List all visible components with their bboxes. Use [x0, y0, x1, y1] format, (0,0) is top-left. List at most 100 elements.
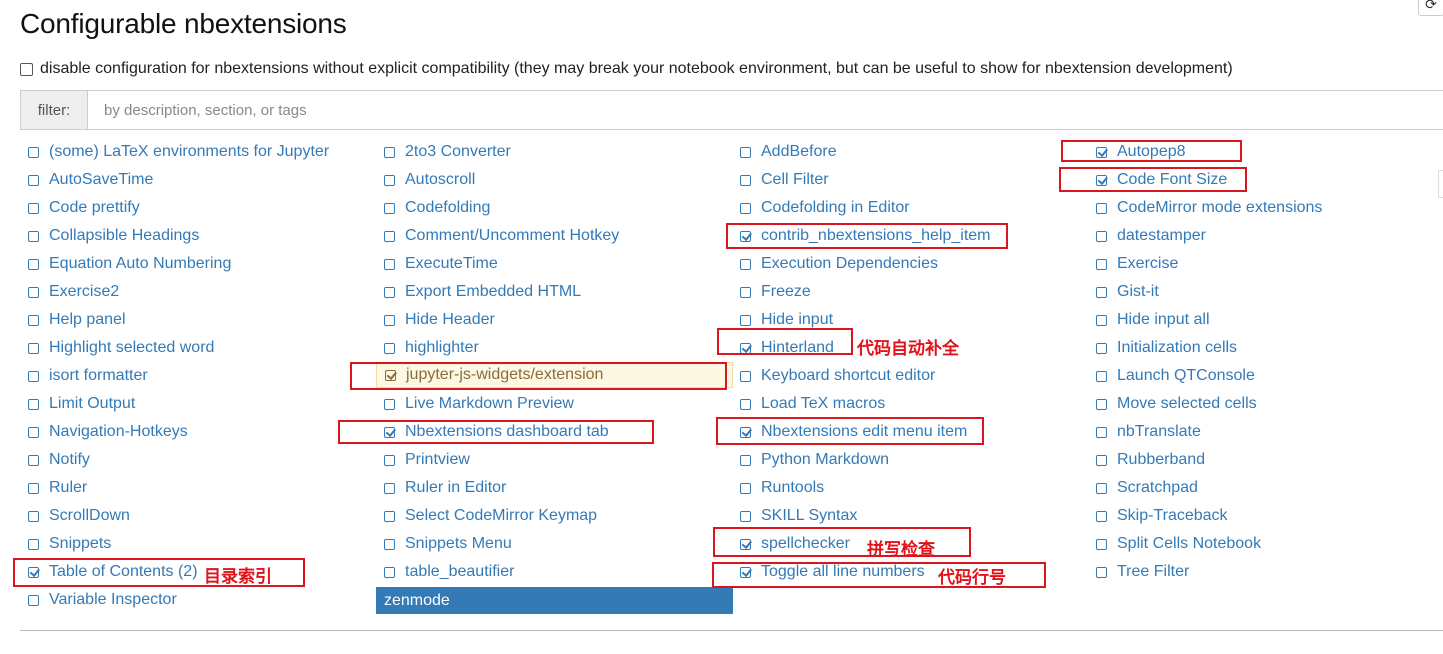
- extension-item[interactable]: Snippets: [20, 531, 377, 557]
- extension-item[interactable]: AddBefore: [732, 139, 1089, 165]
- checkbox-checked-icon[interactable]: [740, 342, 751, 354]
- checkbox-icon[interactable]: [28, 146, 39, 158]
- extension-item[interactable]: jupyter-js-widgets/extension: [376, 362, 733, 388]
- checkbox-icon[interactable]: [1096, 370, 1107, 382]
- extension-item[interactable]: Exercise: [1088, 251, 1443, 277]
- extension-item[interactable]: Scratchpad: [1088, 475, 1443, 501]
- extension-item[interactable]: Select CodeMirror Keymap: [376, 503, 733, 529]
- checkbox-checked-icon[interactable]: [28, 566, 39, 578]
- filter-input[interactable]: [88, 91, 1443, 129]
- extension-item[interactable]: zenmode: [376, 587, 733, 614]
- checkbox-icon[interactable]: [28, 342, 39, 354]
- extension-item[interactable]: Hide input all: [1088, 307, 1443, 333]
- checkbox-icon[interactable]: [1096, 202, 1107, 214]
- extension-item[interactable]: Hide Header: [376, 307, 733, 333]
- checkbox-icon[interactable]: [28, 594, 39, 606]
- extension-item[interactable]: Python Markdown: [732, 447, 1089, 473]
- checkbox-checked-icon[interactable]: [740, 426, 751, 438]
- extension-item[interactable]: Comment/Uncomment Hotkey: [376, 223, 733, 249]
- checkbox-icon[interactable]: [28, 202, 39, 214]
- extension-item[interactable]: Cell Filter: [732, 167, 1089, 193]
- checkbox-icon[interactable]: [1096, 286, 1107, 298]
- checkbox-icon[interactable]: [1096, 426, 1107, 438]
- checkbox-icon[interactable]: [28, 538, 39, 550]
- checkbox-icon[interactable]: [384, 342, 395, 354]
- extension-item[interactable]: Table of Contents (2): [20, 559, 377, 585]
- extension-item[interactable]: Launch QTConsole: [1088, 363, 1443, 389]
- checkbox-icon[interactable]: [1096, 510, 1107, 522]
- extension-item[interactable]: Exercise2: [20, 279, 377, 305]
- extension-item[interactable]: (some) LaTeX environments for Jupyter: [20, 139, 377, 165]
- checkbox-icon[interactable]: [740, 482, 751, 494]
- extension-item[interactable]: Gist-it: [1088, 279, 1443, 305]
- checkbox-icon[interactable]: [740, 174, 751, 186]
- checkbox-icon[interactable]: [740, 146, 751, 158]
- extension-item[interactable]: highlighter: [376, 335, 733, 361]
- checkbox-icon[interactable]: [1096, 314, 1107, 326]
- compatibility-option[interactable]: disable configuration for nbextensions w…: [20, 60, 1233, 78]
- checkbox-icon[interactable]: [28, 174, 39, 186]
- extension-item[interactable]: Live Markdown Preview: [376, 391, 733, 417]
- checkbox-icon[interactable]: [1096, 398, 1107, 410]
- side-scroll-handle[interactable]: [1438, 170, 1443, 198]
- extension-item[interactable]: Initialization cells: [1088, 335, 1443, 361]
- checkbox-icon[interactable]: [28, 454, 39, 466]
- checkbox-icon[interactable]: [384, 538, 395, 550]
- checkbox-icon[interactable]: [740, 286, 751, 298]
- checkbox-icon[interactable]: [28, 286, 39, 298]
- extension-item[interactable]: Collapsible Headings: [20, 223, 377, 249]
- checkbox-icon[interactable]: [740, 202, 751, 214]
- refresh-button[interactable]: ⟳: [1418, 0, 1443, 16]
- checkbox-icon[interactable]: [28, 258, 39, 270]
- extension-item[interactable]: Ruler in Editor: [376, 475, 733, 501]
- extension-item[interactable]: Runtools: [732, 475, 1089, 501]
- extension-item[interactable]: ExecuteTime: [376, 251, 733, 277]
- extension-item[interactable]: Nbextensions edit menu item: [732, 419, 1089, 445]
- checkbox-icon[interactable]: [384, 454, 395, 466]
- checkbox-icon[interactable]: [384, 510, 395, 522]
- checkbox-icon[interactable]: [384, 258, 395, 270]
- extension-item[interactable]: Keyboard shortcut editor: [732, 363, 1089, 389]
- extension-item[interactable]: isort formatter: [20, 363, 377, 389]
- checkbox-icon[interactable]: [1096, 566, 1107, 578]
- extension-item[interactable]: Skip-Traceback: [1088, 503, 1443, 529]
- extension-item[interactable]: SKILL Syntax: [732, 503, 1089, 529]
- extension-item[interactable]: Execution Dependencies: [732, 251, 1089, 277]
- checkbox-checked-icon[interactable]: [384, 426, 395, 438]
- extension-item[interactable]: Ruler: [20, 475, 377, 501]
- extension-item[interactable]: Move selected cells: [1088, 391, 1443, 417]
- checkbox-icon[interactable]: [28, 426, 39, 438]
- extension-item[interactable]: Navigation-Hotkeys: [20, 419, 377, 445]
- checkbox-icon[interactable]: [740, 314, 751, 326]
- checkbox-icon[interactable]: [384, 398, 395, 410]
- checkbox-icon[interactable]: [384, 230, 395, 242]
- checkbox-icon[interactable]: [28, 482, 39, 494]
- extension-item[interactable]: Snippets Menu: [376, 531, 733, 557]
- checkbox-icon[interactable]: [1096, 230, 1107, 242]
- extension-item[interactable]: Variable Inspector: [20, 587, 377, 613]
- extension-item[interactable]: Rubberband: [1088, 447, 1443, 473]
- checkbox-checked-icon[interactable]: [1096, 146, 1107, 158]
- extension-item[interactable]: CodeMirror mode extensions: [1088, 195, 1443, 221]
- extension-item[interactable]: Codefolding in Editor: [732, 195, 1089, 221]
- extension-item[interactable]: Autopep8: [1088, 139, 1443, 165]
- extension-item[interactable]: Code Font Size: [1088, 167, 1443, 193]
- extension-item[interactable]: Highlight selected word: [20, 335, 377, 361]
- extension-item[interactable]: datestamper: [1088, 223, 1443, 249]
- compatibility-checkbox[interactable]: [20, 62, 33, 76]
- checkbox-icon[interactable]: [28, 510, 39, 522]
- extension-item[interactable]: Notify: [20, 447, 377, 473]
- checkbox-icon[interactable]: [384, 202, 395, 214]
- checkbox-icon[interactable]: [740, 370, 751, 382]
- checkbox-icon[interactable]: [740, 510, 751, 522]
- extension-item[interactable]: Equation Auto Numbering: [20, 251, 377, 277]
- checkbox-checked-icon[interactable]: [740, 566, 751, 578]
- checkbox-icon[interactable]: [384, 482, 395, 494]
- checkbox-checked-icon[interactable]: [740, 230, 751, 242]
- checkbox-icon[interactable]: [28, 398, 39, 410]
- extension-item[interactable]: AutoSaveTime: [20, 167, 377, 193]
- extension-item[interactable]: nbTranslate: [1088, 419, 1443, 445]
- extension-item[interactable]: contrib_nbextensions_help_item: [732, 223, 1089, 249]
- extension-item[interactable]: Split Cells Notebook: [1088, 531, 1443, 557]
- extension-item[interactable]: Code prettify: [20, 195, 377, 221]
